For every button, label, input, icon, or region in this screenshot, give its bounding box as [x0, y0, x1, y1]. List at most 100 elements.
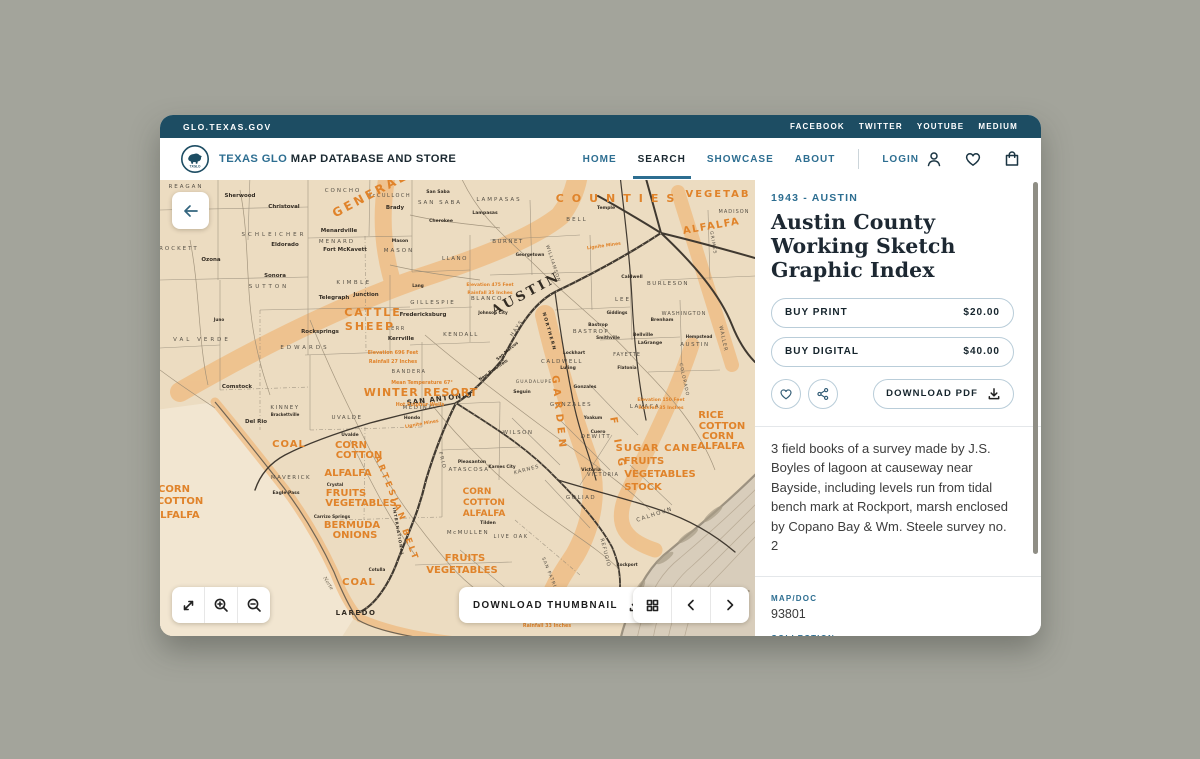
- svg-text:FRUITS: FRUITS: [445, 553, 485, 564]
- svg-text:Cherokee: Cherokee: [429, 218, 453, 224]
- download-pdf-label: DOWNLOAD PDF: [886, 388, 978, 399]
- nav-item-showcase[interactable]: SHOWCASE: [707, 154, 774, 165]
- social-link-facebook[interactable]: FACEBOOK: [790, 122, 845, 131]
- svg-text:WINTER RESORT: WINTER RESORT: [364, 386, 479, 399]
- login-button[interactable]: LOGIN: [882, 150, 943, 168]
- zoom-controls: [172, 587, 270, 623]
- svg-text:LIVE OAK: LIVE OAK: [494, 534, 529, 540]
- svg-text:SUTTON: SUTTON: [249, 284, 290, 290]
- svg-text:Eagle Pass: Eagle Pass: [272, 490, 299, 496]
- svg-text:Crystal: Crystal: [327, 482, 344, 487]
- nav-item-home[interactable]: HOME: [583, 154, 617, 165]
- svg-text:Tilden: Tilden: [480, 520, 496, 526]
- svg-text:COTTON: COTTON: [160, 496, 203, 507]
- content: REAGANCONCHOMcCULLOCHSAN SABALAMPASASSCH…: [160, 180, 1041, 636]
- download-pdf-button[interactable]: DOWNLOAD PDF: [873, 379, 1014, 409]
- metadata-section: MAP/DOC 93801 COLLECTION Holcombe Digita…: [755, 577, 1041, 636]
- svg-text:AUSTIN: AUSTIN: [680, 342, 709, 348]
- svg-text:Hot Sulphur Wells: Hot Sulphur Wells: [396, 402, 445, 408]
- download-thumbnail-button[interactable]: DOWNLOAD THUMBNAIL: [459, 587, 657, 623]
- svg-text:ALFALFA: ALFALFA: [463, 509, 506, 519]
- svg-text:SAN SABA: SAN SABA: [418, 200, 462, 206]
- svg-text:Sonora: Sonora: [264, 273, 286, 279]
- svg-text:CALDWELL: CALDWELL: [541, 359, 583, 365]
- svg-text:Brenham: Brenham: [651, 317, 674, 323]
- svg-text:Georgetown: Georgetown: [516, 252, 545, 257]
- map-viewer: REAGANCONCHOMcCULLOCHSAN SABALAMPASASSCH…: [160, 180, 755, 636]
- svg-text:Del Rio: Del Rio: [245, 419, 267, 425]
- svg-text:COAL: COAL: [342, 577, 376, 588]
- grid-icon: [645, 598, 660, 613]
- back-button[interactable]: [172, 192, 209, 229]
- grid-view-button[interactable]: [633, 587, 671, 623]
- svg-text:Luling: Luling: [560, 365, 576, 371]
- user-icon: [925, 150, 943, 168]
- svg-text:ALFALFA: ALFALFA: [324, 468, 372, 479]
- svg-text:LLANO: LLANO: [442, 256, 468, 262]
- svg-text:ONIONS: ONIONS: [333, 530, 378, 541]
- back-arrow-icon: [182, 202, 200, 220]
- svg-text:Lang: Lang: [412, 283, 423, 288]
- svg-text:Flatonia: Flatonia: [617, 365, 636, 370]
- app-window: GLO.TEXAS.GOV FACEBOOK TWITTER YOUTUBE M…: [160, 115, 1041, 636]
- zoom-out-button[interactable]: [237, 587, 270, 623]
- mapdoc-label: MAP/DOC: [771, 594, 1014, 603]
- fullscreen-button[interactable]: [172, 587, 204, 623]
- svg-text:Cotulla: Cotulla: [369, 567, 386, 572]
- svg-text:CORN: CORN: [160, 484, 190, 495]
- social-link-youtube[interactable]: YOUTUBE: [917, 122, 965, 131]
- site-link[interactable]: GLO.TEXAS.GOV: [183, 122, 272, 132]
- favorites-heart-icon[interactable]: [964, 150, 982, 168]
- svg-text:Karnes City: Karnes City: [488, 464, 515, 469]
- map-image[interactable]: REAGANCONCHOMcCULLOCHSAN SABALAMPASASSCH…: [160, 180, 755, 636]
- next-page-button[interactable]: [710, 587, 749, 623]
- mapdoc-value: 93801: [771, 607, 1014, 621]
- svg-text:GILLESPIE: GILLESPIE: [410, 300, 455, 306]
- svg-text:Mason: Mason: [392, 238, 409, 244]
- svg-text:FAYETTE: FAYETTE: [613, 352, 641, 358]
- nav-item-about[interactable]: ABOUT: [795, 154, 836, 165]
- svg-text:Fort McKavett: Fort McKavett: [323, 247, 367, 253]
- svg-text:Victoria: Victoria: [581, 467, 601, 473]
- nav-item-search[interactable]: SEARCH: [638, 154, 686, 165]
- svg-text:Yoakum: Yoakum: [583, 415, 603, 420]
- expand-icon: [181, 598, 196, 613]
- svg-text:Brackettville: Brackettville: [271, 412, 300, 417]
- panel-scrollbar[interactable]: [1033, 182, 1038, 554]
- svg-text:San Saba: San Saba: [426, 189, 450, 195]
- svg-text:Brady: Brady: [386, 205, 405, 211]
- buy-digital-button[interactable]: BUY DIGITAL $40.00: [771, 337, 1014, 367]
- detail-panel: 1943 - AUSTIN Austin County Working Sket…: [755, 180, 1041, 636]
- svg-text:LaGrange: LaGrange: [638, 340, 662, 346]
- svg-text:GUADALUPE: GUADALUPE: [516, 379, 552, 385]
- svg-text:MENARD: MENARD: [319, 239, 355, 245]
- svg-text:BANDERA: BANDERA: [392, 369, 427, 375]
- svg-text:VEGETABLES: VEGETABLES: [325, 498, 396, 509]
- chevron-left-icon: [684, 598, 698, 612]
- social-link-medium[interactable]: MEDIUM: [978, 122, 1018, 131]
- utility-bar: GLO.TEXAS.GOV FACEBOOK TWITTER YOUTUBE M…: [160, 115, 1041, 138]
- brand[interactable]: TXGLO TEXAS GLO MAP DATABASE AND STORE: [180, 144, 456, 174]
- svg-text:Gonzales: Gonzales: [574, 384, 597, 390]
- svg-text:Menardville: Menardville: [321, 228, 358, 234]
- page-controls: [633, 587, 749, 623]
- favorite-button[interactable]: [771, 379, 801, 409]
- buy-print-button[interactable]: BUY PRINT $20.00: [771, 298, 1014, 328]
- svg-text:Caldwell: Caldwell: [621, 274, 643, 280]
- svg-text:LAREDO: LAREDO: [336, 609, 377, 617]
- svg-text:COTTON: COTTON: [463, 498, 505, 508]
- item-actions: DOWNLOAD PDF: [771, 379, 1014, 409]
- buy-print-label: BUY PRINT: [785, 307, 848, 318]
- social-link-twitter[interactable]: TWITTER: [859, 122, 903, 131]
- buy-print-price: $20.00: [963, 307, 1000, 318]
- zoom-in-button[interactable]: [204, 587, 237, 623]
- svg-text:Telegraph: Telegraph: [319, 295, 350, 301]
- cart-bag-icon[interactable]: [1003, 150, 1021, 168]
- share-button[interactable]: [808, 379, 838, 409]
- zoom-in-icon: [213, 597, 229, 613]
- svg-text:LEE: LEE: [615, 297, 631, 303]
- svg-text:Hondo: Hondo: [404, 415, 420, 421]
- svg-text:Lockhart: Lockhart: [563, 350, 586, 356]
- svg-text:Elevation 150 Feet: Elevation 150 Feet: [637, 397, 685, 403]
- previous-page-button[interactable]: [671, 587, 710, 623]
